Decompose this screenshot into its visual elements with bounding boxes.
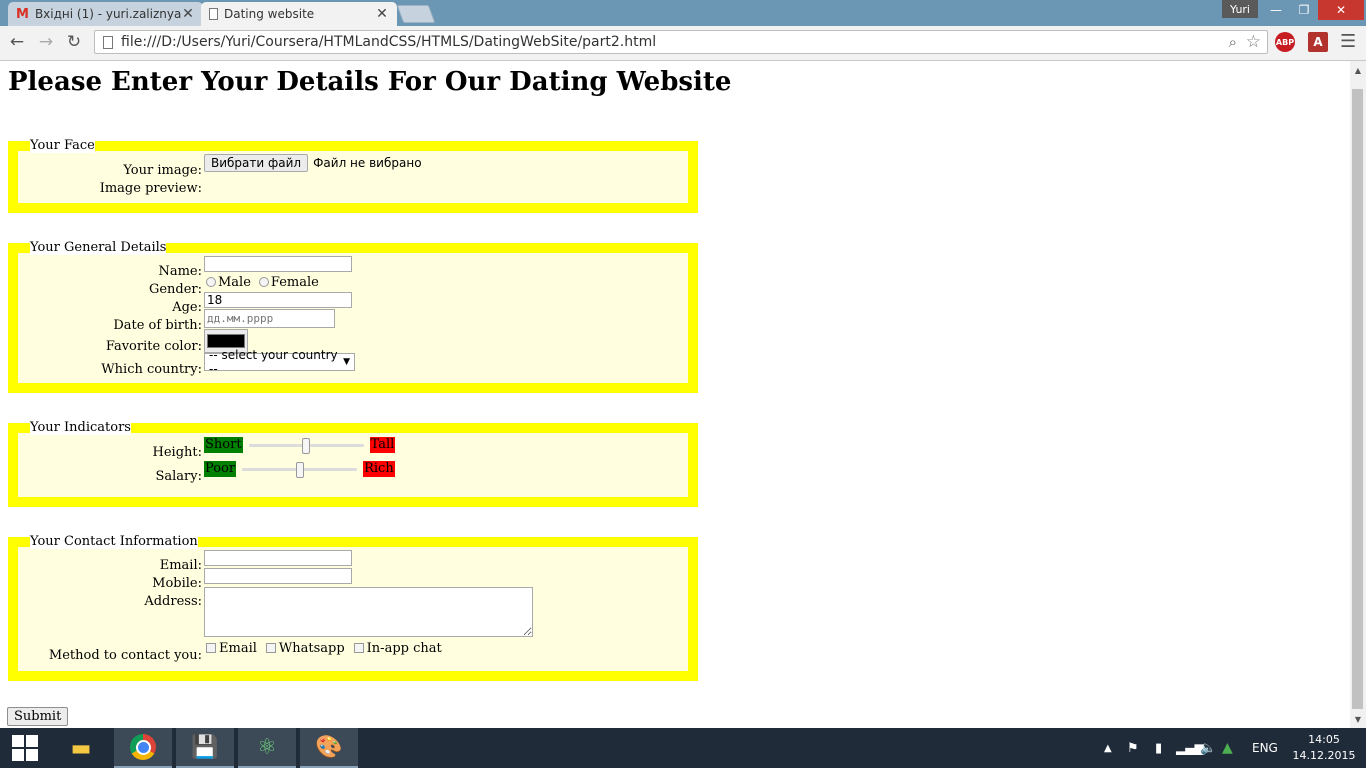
gender-female-label: Female <box>270 274 319 290</box>
salary-label: Salary: <box>155 469 202 484</box>
name-input[interactable] <box>204 256 352 272</box>
contact-inapp-checkbox[interactable] <box>353 643 364 653</box>
country-selected-value: -- select your country -- <box>209 348 338 376</box>
tab-gmail[interactable]: M Вхідні (1) - yuri.zaliznyak@ ✕ <box>8 2 203 26</box>
reload-icon[interactable]: ↻ <box>63 31 85 53</box>
volume-icon[interactable]: 🔈 <box>1200 728 1216 768</box>
page-title: Please Enter Your Details For Our Dating… <box>8 67 732 97</box>
mobile-input[interactable] <box>204 568 352 584</box>
slider-thumb[interactable] <box>295 462 304 478</box>
slider-thumb[interactable] <box>302 438 311 454</box>
page-icon <box>209 8 218 20</box>
favorite-color-label: Favorite color: <box>105 339 202 354</box>
salary-min-label: Poor <box>204 461 237 477</box>
paint-palette-icon[interactable]: 🎨 <box>300 728 358 768</box>
height-label: Height: <box>152 445 203 460</box>
tab-title: Вхідні (1) - yuri.zaliznyak@ <box>34 7 181 21</box>
chrome-taskbar-button[interactable] <box>114 728 172 768</box>
contact-legend: Your Contact Information <box>30 534 198 549</box>
file-explorer-icon[interactable]: ▬ <box>52 728 110 768</box>
url-text[interactable]: file:///D:/Users/Yuri/Coursera/HTMLandCS… <box>121 34 656 50</box>
country-label: Which country: <box>101 362 202 377</box>
gender-male-radio[interactable] <box>206 277 216 287</box>
pdf-extension-icon[interactable]: A <box>1308 32 1328 52</box>
restore-icon[interactable]: ❐ <box>1290 0 1318 20</box>
input-language[interactable]: ENG <box>1252 728 1278 768</box>
indicators-legend: Your Indicators <box>30 420 131 435</box>
page-icon <box>103 36 113 49</box>
address-bar[interactable]: file:///D:/Users/Yuri/Coursera/HTMLandCS… <box>94 30 1268 54</box>
vertical-scrollbar[interactable]: ▲ ▼ <box>1350 61 1366 728</box>
taskbar: ▬ 💾 ⚛ 🎨 ▲ ⚑ ▮ ▂▄▆ 🔈 ▲ ENG 14:05 14.12.20… <box>0 728 1366 768</box>
show-hidden-icons-icon[interactable]: ▲ <box>1104 728 1112 768</box>
face-fieldset: Your Face Your image: Вибрати файл Файл … <box>8 138 698 213</box>
contact-method-label: Method to contact you: <box>48 648 202 663</box>
general-details-legend: Your General Details <box>30 240 167 255</box>
submit-button[interactable]: Submit <box>7 707 69 726</box>
zoom-search-icon[interactable]: ⌕ <box>1229 33 1237 51</box>
email-input[interactable] <box>204 550 352 566</box>
file-status: Файл не вибрано <box>313 156 422 170</box>
bookmark-star-icon[interactable]: ☆ <box>1246 32 1261 52</box>
clock-time: 14:05 <box>1308 733 1340 746</box>
profile-button[interactable]: Yuri <box>1222 0 1258 18</box>
tab-strip: M Вхідні (1) - yuri.zaliznyak@ ✕ Dating … <box>0 0 1366 26</box>
battery-icon[interactable]: ▮ <box>1155 728 1162 768</box>
floppy-disk-icon[interactable]: 💾 <box>176 728 234 768</box>
close-tab-icon[interactable]: ✕ <box>181 6 195 22</box>
height-slider[interactable] <box>248 438 364 454</box>
gender-female-radio[interactable] <box>258 277 269 287</box>
new-tab-button[interactable] <box>396 5 436 23</box>
color-swatch-fill <box>207 334 245 348</box>
salary-slider[interactable] <box>242 462 358 478</box>
tab-dating-website[interactable]: Dating website ✕ <box>201 2 397 26</box>
close-tab-icon[interactable]: ✕ <box>375 6 389 22</box>
general-details-fieldset: Your General Details Name: Gender: Male … <box>8 240 698 393</box>
atom-editor-icon[interactable]: ⚛ <box>238 728 296 768</box>
contact-whatsapp-checkbox[interactable] <box>265 643 276 653</box>
country-select[interactable]: -- select your country -- ▼ <box>204 348 355 376</box>
page-viewport: Please Enter Your Details For Our Dating… <box>0 61 1350 728</box>
contact-email-checkbox[interactable] <box>206 643 216 653</box>
browser-toolbar: ← → ↻ file:///D:/Users/Yuri/Coursera/HTM… <box>0 26 1366 61</box>
contact-email-option: Email <box>219 640 257 656</box>
choose-file-button[interactable]: Вибрати файл <box>204 154 309 172</box>
clock-date: 14.12.2015 <box>1292 749 1356 762</box>
minimize-icon[interactable]: — <box>1262 0 1290 20</box>
gmail-icon: M <box>16 6 29 22</box>
windows-logo-icon <box>12 735 38 761</box>
height-max-label: Tall <box>369 437 396 453</box>
contact-fieldset: Your Contact Information Email: Mobile: … <box>8 534 698 681</box>
chrome-icon <box>130 734 156 760</box>
address-label: Address: <box>144 594 202 609</box>
forward-arrow-icon[interactable]: → <box>35 31 57 53</box>
close-window-icon[interactable]: ✕ <box>1318 0 1364 20</box>
scroll-thumb[interactable] <box>1352 89 1363 709</box>
indicators-fieldset: Your Indicators Height: Short Tall Salar… <box>8 420 698 507</box>
age-input[interactable] <box>204 292 352 308</box>
address-textarea[interactable] <box>204 587 533 637</box>
contact-whatsapp-option: Whatsapp <box>278 640 345 656</box>
google-drive-icon[interactable]: ▲ <box>1222 728 1233 768</box>
start-button[interactable] <box>0 728 50 768</box>
system-clock[interactable]: 14:05 14.12.2015 <box>1292 732 1356 764</box>
dob-input[interactable] <box>204 308 335 328</box>
dropdown-arrow-icon: ▼ <box>343 357 350 367</box>
height-min-label: Short <box>204 437 243 453</box>
back-arrow-icon[interactable]: ← <box>6 31 28 53</box>
image-preview-label: Image preview: <box>99 181 202 196</box>
scroll-up-icon[interactable]: ▲ <box>1350 63 1366 77</box>
face-legend: Your Face <box>30 138 95 153</box>
adblock-icon[interactable]: ABP <box>1275 32 1295 52</box>
contact-inapp-option: In-app chat <box>366 640 442 656</box>
action-center-flag-icon[interactable]: ⚑ <box>1127 728 1139 768</box>
salary-max-label: Rich <box>363 461 395 477</box>
gender-male-label: Male <box>218 274 251 290</box>
menu-icon[interactable]: ☰ <box>1340 31 1356 52</box>
tab-title: Dating website <box>224 7 315 21</box>
scroll-down-icon[interactable]: ▼ <box>1350 712 1366 726</box>
